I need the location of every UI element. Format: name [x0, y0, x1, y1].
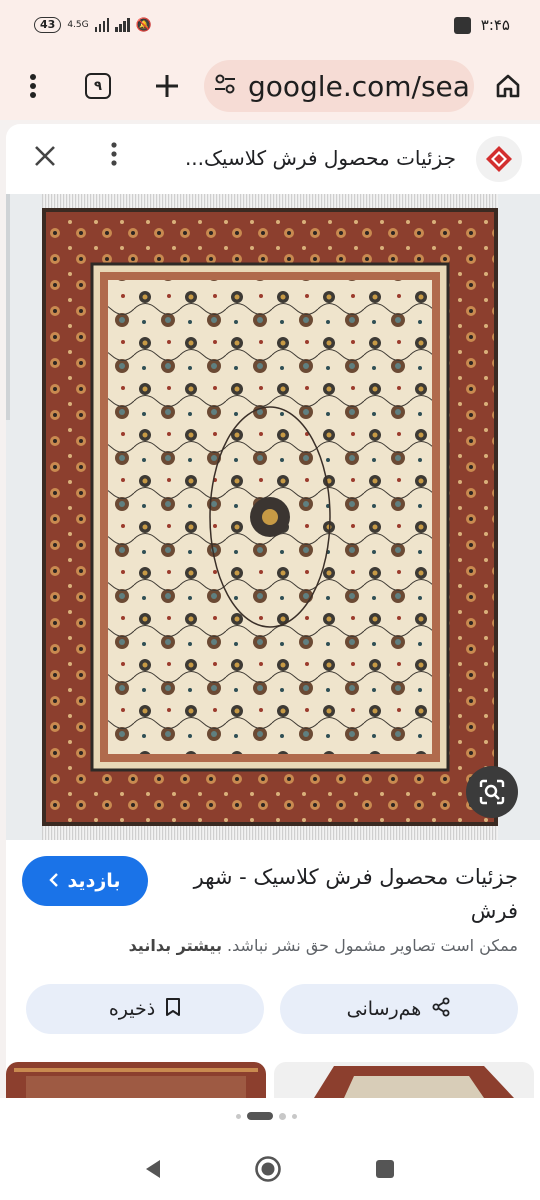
page-dot — [236, 1113, 241, 1119]
share-label: هم‌رسانی — [346, 998, 422, 1020]
visit-label: بازدید — [67, 870, 121, 892]
result-title[interactable]: جزئیات محصول فرش کلاسیک - شهر فرش — [178, 860, 518, 928]
mute-bell-icon: 🔕 — [135, 17, 152, 33]
page-indicator — [236, 1112, 297, 1120]
page-dot — [292, 1113, 297, 1119]
related-image-thumb-1[interactable] — [6, 1062, 266, 1098]
save-label: ذخیره — [108, 998, 156, 1020]
status-indicators: 43 4.5G 🔕 — [34, 17, 152, 33]
panel-title: جزئیات محصول فرش کلاسیک... — [184, 146, 456, 170]
home-icon[interactable] — [486, 64, 530, 108]
url-text: google.com/sea — [248, 69, 470, 103]
plus-icon[interactable] — [145, 64, 189, 108]
back-triangle-icon[interactable] — [138, 1154, 168, 1184]
share-button[interactable]: هم‌رسانی — [280, 984, 518, 1034]
result-info: بازدید جزئیات محصول فرش کلاسیک - شهر فرش… — [6, 840, 540, 1098]
address-bar[interactable]: google.com/sea — [204, 60, 474, 112]
tab-switcher-button[interactable]: ۹ — [76, 64, 120, 108]
browser-toolbar: ۹ google.com/sea — [0, 52, 540, 120]
visit-button[interactable]: بازدید — [22, 856, 148, 906]
status-clock-area: ۳:۴۵ — [453, 16, 510, 34]
page-dot — [279, 1112, 286, 1120]
recents-square-icon[interactable] — [370, 1154, 400, 1184]
network-type: 4.5G — [67, 19, 89, 30]
clock: ۳:۴۵ — [480, 16, 510, 34]
google-lens-icon[interactable] — [466, 766, 518, 818]
bottom-area — [0, 1098, 540, 1200]
result-panel-header: جزئیات محصول فرش کلاسیک... — [6, 124, 540, 194]
status-bar: 43 4.5G 🔕 ۳:۴۵ — [0, 0, 540, 52]
signal-icon-2 — [115, 18, 130, 32]
learn-more-link[interactable]: بیشتر بدانید — [129, 936, 222, 955]
tune-icon[interactable] — [214, 74, 238, 99]
related-image-thumb-2[interactable] — [274, 1062, 534, 1098]
more-vert-icon[interactable] — [102, 142, 126, 173]
recording-icon — [453, 16, 471, 34]
share-icon — [431, 997, 451, 1022]
signal-icon — [94, 18, 110, 32]
tab-count: ۹ — [85, 73, 111, 99]
more-vert-icon[interactable] — [11, 64, 55, 108]
image-preview — [6, 194, 540, 840]
save-button[interactable]: ذخیره — [26, 984, 264, 1034]
copyright-notice: ممکن است تصاویر مشمول حق نشر نباشد. بیشت… — [129, 936, 518, 955]
home-circle-icon[interactable] — [253, 1154, 283, 1184]
copyright-text: ممکن است تصاویر مشمول حق نشر نباشد. — [227, 936, 518, 955]
rug-image[interactable] — [42, 194, 498, 840]
close-icon[interactable] — [34, 140, 56, 175]
chevron-left-icon — [49, 870, 59, 892]
battery-level: 43 — [34, 17, 62, 33]
bookmark-icon — [165, 997, 181, 1022]
scrollbar-thumb[interactable] — [6, 194, 10, 420]
page-dot-active — [247, 1112, 273, 1120]
site-logo-icon — [476, 136, 522, 182]
